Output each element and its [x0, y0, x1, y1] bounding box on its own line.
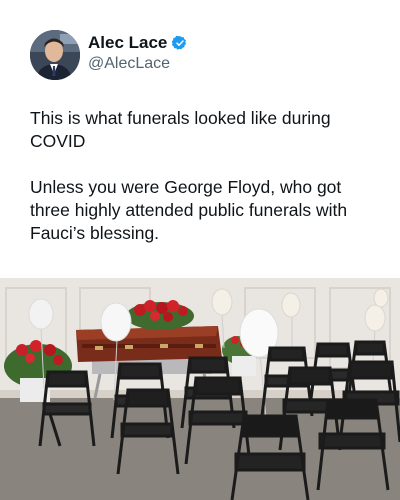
tweet-header: Alec Lace @AlecLace: [30, 27, 370, 83]
display-name[interactable]: Alec Lace: [88, 33, 167, 53]
author-handle[interactable]: @AlecLace: [88, 55, 170, 73]
tweet-paragraph-1: This is what funerals looked like during…: [30, 108, 331, 151]
tweet-paragraph-2: Unless you were George Floyd, who got th…: [30, 177, 348, 243]
avatar[interactable]: [30, 30, 80, 80]
verified-badge-icon: [172, 35, 187, 50]
tweet-photo[interactable]: [0, 278, 400, 500]
name-row: Alec Lace: [88, 33, 188, 53]
avatar-image: [30, 30, 80, 80]
funeral-photo: [0, 278, 400, 500]
tweet-text: This is what funerals looked like during…: [30, 107, 375, 245]
